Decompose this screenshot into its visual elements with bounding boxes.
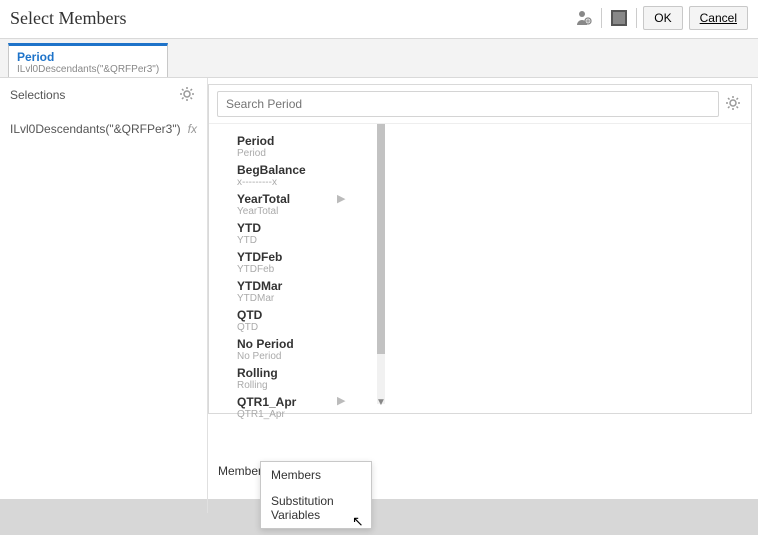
tab-title: Period — [17, 50, 159, 64]
member-name: YTD — [237, 221, 751, 235]
divider — [636, 8, 637, 28]
member-name: Period — [237, 134, 751, 148]
user-settings-icon[interactable] — [573, 7, 595, 29]
member-name: QTD — [237, 308, 751, 322]
member-alias: YTDMar — [237, 293, 751, 304]
members-dropdown-menu: Members Substitution Variables — [260, 461, 372, 529]
member-alias: No Period — [237, 351, 751, 362]
view-mode-icon[interactable] — [608, 7, 630, 29]
selection-text: ILvl0Descendants("&QRFPer3") — [10, 122, 181, 136]
member-alias: YTD — [237, 235, 751, 246]
member-alias: YTDFeb — [237, 264, 751, 275]
search-input[interactable] — [217, 91, 719, 117]
member-item[interactable]: QTDQTD — [237, 306, 751, 335]
member-name: Rolling — [237, 366, 751, 380]
gear-icon[interactable] — [725, 95, 743, 113]
member-name: BegBalance — [237, 163, 751, 177]
dialog-title: Select Members — [10, 8, 126, 29]
member-item[interactable]: YTDMarYTDMar — [237, 277, 751, 306]
member-alias: YearTotal — [237, 206, 751, 217]
selection-row[interactable]: ILvl0Descendants("&QRFPer3") fx — [0, 112, 207, 146]
ok-button[interactable]: OK — [643, 6, 682, 30]
member-item[interactable]: BegBalancex---------x — [237, 161, 751, 190]
member-name: YTDFeb — [237, 250, 751, 264]
member-item[interactable]: YearTotalYearTotal — [237, 190, 751, 219]
fx-icon: fx — [188, 122, 197, 136]
member-scroll-area: PeriodPeriodBegBalancex---------xYearTot… — [209, 124, 751, 424]
member-alias: Period — [237, 148, 751, 159]
member-alias: QTD — [237, 322, 751, 333]
menu-item-members[interactable]: Members — [261, 462, 371, 488]
member-item[interactable]: YTDYTD — [237, 219, 751, 248]
member-alias: x---------x — [237, 177, 751, 188]
cancel-button[interactable]: Cancel — [689, 6, 748, 30]
scrollbar[interactable]: ▼ — [377, 124, 385, 404]
member-item[interactable]: PeriodPeriod — [237, 132, 751, 161]
member-item[interactable]: YTDFebYTDFeb — [237, 248, 751, 277]
member-item[interactable]: RollingRolling — [237, 364, 751, 393]
gear-icon[interactable] — [179, 86, 197, 104]
scrollbar-thumb[interactable] — [377, 124, 385, 354]
member-alias: QTR1_Apr — [237, 409, 751, 420]
menu-item-substitution-variables[interactable]: Substitution Variables — [261, 488, 371, 528]
member-item[interactable]: QTR1_AprQTR1_Apr — [237, 393, 751, 422]
tab-subtitle: ILvl0Descendants("&QRFPer3") — [17, 64, 159, 75]
member-name: QTR1_Apr — [237, 395, 751, 409]
tab-bar: Period ILvl0Descendants("&QRFPer3") — [0, 39, 758, 78]
member-item[interactable]: No PeriodNo Period — [237, 335, 751, 364]
member-alias: Rolling — [237, 380, 751, 391]
expand-icon[interactable]: ▶ — [337, 394, 345, 407]
selections-heading: Selections — [10, 88, 65, 102]
scroll-down-icon[interactable]: ▼ — [376, 397, 386, 408]
expand-icon[interactable]: ▶ — [337, 192, 345, 205]
divider — [601, 8, 602, 28]
member-name: YearTotal — [237, 192, 751, 206]
member-name: No Period — [237, 337, 751, 351]
tab-period[interactable]: Period ILvl0Descendants("&QRFPer3") — [8, 43, 168, 77]
member-name: YTDMar — [237, 279, 751, 293]
